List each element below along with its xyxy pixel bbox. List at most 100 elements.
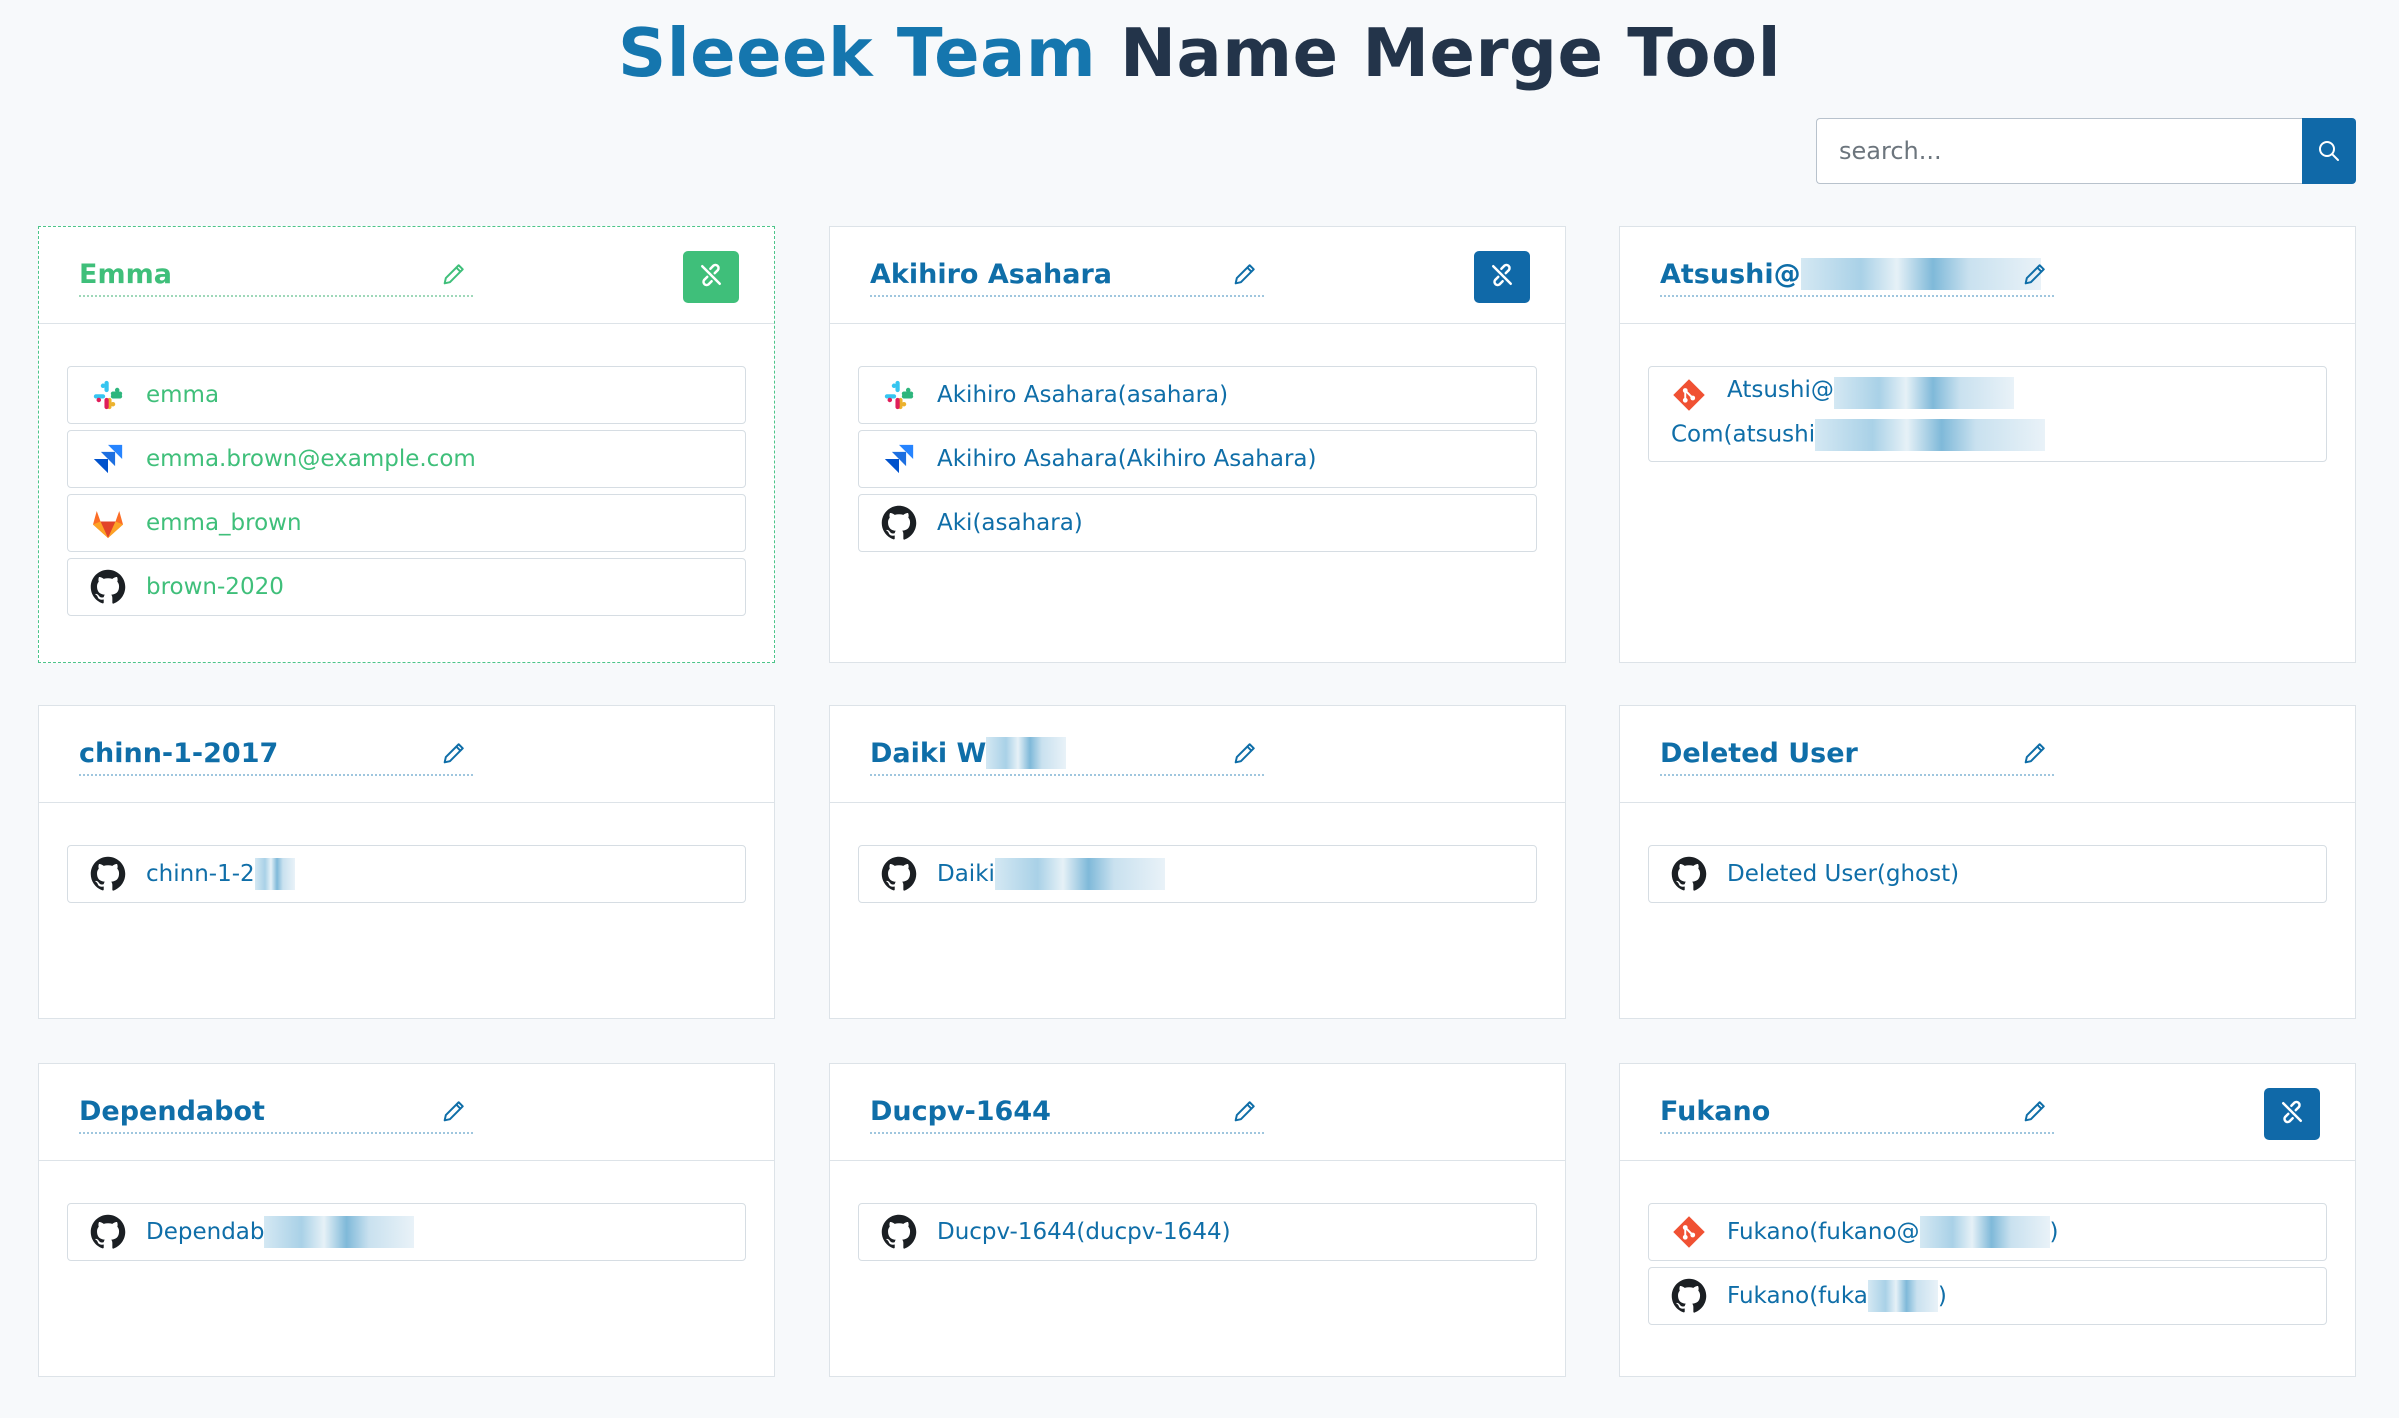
account-label: Akihiro Asahara(Akihiro Asahara) (937, 446, 1317, 472)
account-list: Akihiro Asahara(asahara) Akihiro Asahara(… (830, 324, 1565, 586)
github-icon (881, 1214, 917, 1250)
account-list: Deleted User(ghost) (1620, 803, 2355, 937)
account-item[interactable]: Atsushi@ Com(atsushi (1648, 366, 2327, 462)
card-name[interactable]: Deleted User (1660, 732, 2054, 776)
pencil-icon (440, 1097, 468, 1130)
edit-name-button[interactable] (2020, 1098, 2050, 1128)
edit-name-button[interactable] (2020, 740, 2050, 770)
user-card[interactable]: Akihiro Asahara Akihiro Asahara(asahara) A… (829, 226, 1566, 663)
card-header: chinn-1-2017 (39, 706, 774, 803)
account-item[interactable]: Fukano(fuka) (1648, 1267, 2327, 1325)
account-list: Atsushi@ Com(atsushi (1620, 324, 2355, 496)
title-rest: Name Merge Tool (1119, 14, 1782, 92)
account-item[interactable]: Aki(asahara) (858, 494, 1537, 552)
card-name[interactable]: Emma (79, 253, 473, 297)
card-name[interactable]: chinn-1-2017 (79, 732, 473, 776)
card-name-text: Atsushi@ (1660, 258, 1801, 290)
edit-name-button[interactable] (2020, 261, 2050, 291)
user-card[interactable]: Fukano Fukano(fukano@) Fukano(fuka) (1619, 1063, 2356, 1377)
unlink-button[interactable] (2264, 1088, 2320, 1140)
edit-name-button[interactable] (439, 1098, 469, 1128)
redacted-text (254, 858, 295, 890)
card-header: Daiki W (830, 706, 1565, 803)
redacted-text (1815, 419, 2046, 451)
github-icon (90, 856, 126, 892)
user-card[interactable]: Daiki W Daiki (829, 705, 1566, 1019)
card-name-text: chinn-1-2017 (79, 737, 279, 769)
account-item[interactable]: Dependab (67, 1203, 746, 1261)
account-item[interactable]: Akihiro Asahara(Akihiro Asahara) (858, 430, 1537, 488)
github-icon (1671, 856, 1707, 892)
pencil-icon (2021, 739, 2049, 772)
account-item[interactable]: Deleted User(ghost) (1648, 845, 2327, 903)
account-item[interactable]: Daiki (858, 845, 1537, 903)
pencil-icon (2021, 1097, 2049, 1130)
card-name[interactable]: Akihiro Asahara (870, 253, 1264, 297)
user-card[interactable]: Deleted User Deleted User(ghost) (1619, 705, 2356, 1019)
user-card[interactable]: Dependabot Dependab (38, 1063, 775, 1377)
account-label: chinn-1-2 (146, 861, 255, 887)
edit-name-button[interactable] (439, 261, 469, 291)
card-header: Deleted User (1620, 706, 2355, 803)
unlink-button[interactable] (683, 251, 739, 303)
account-list: chinn-1-2 (39, 803, 774, 937)
card-name[interactable]: Ducpv-1644 (870, 1090, 1264, 1134)
card-name[interactable]: Daiki W (870, 732, 1264, 776)
account-label-line2: Com(atsushi (1671, 419, 2326, 451)
account-label: emma (146, 382, 220, 408)
card-name-text: Ducpv-1644 (870, 1095, 1051, 1127)
account-label: brown-2020 (146, 574, 284, 600)
github-icon (90, 569, 126, 605)
edit-name-button[interactable] (1230, 261, 1260, 291)
search-bar (1816, 118, 2356, 184)
redacted-text (986, 737, 1067, 769)
search-input[interactable] (1816, 118, 2302, 184)
user-card[interactable]: chinn-1-2017 chinn-1-2 (38, 705, 775, 1019)
user-card[interactable]: Atsushi@ Atsushi@ Com(atsushi (1619, 226, 2356, 663)
search-button[interactable] (2302, 118, 2356, 184)
edit-name-button[interactable] (439, 740, 469, 770)
pencil-icon (2021, 260, 2049, 293)
card-header: Akihiro Asahara (830, 227, 1565, 324)
unlink-button[interactable] (1474, 251, 1530, 303)
account-label-suffix: ) (2049, 1219, 2059, 1245)
github-icon (1671, 1278, 1707, 1314)
redacted-text (1867, 1280, 1938, 1312)
account-list: Fukano(fukano@) Fukano(fuka) (1620, 1161, 2355, 1359)
account-label: Akihiro Asahara(asahara) (937, 382, 1229, 408)
github-icon (881, 505, 917, 541)
card-header: Emma (39, 227, 774, 324)
account-item[interactable]: Akihiro Asahara(asahara) (858, 366, 1537, 424)
account-list: Ducpv-1644(ducpv-1644) (830, 1161, 1565, 1295)
account-item[interactable]: Ducpv-1644(ducpv-1644) (858, 1203, 1537, 1261)
redacted-text (994, 858, 1165, 890)
user-card[interactable]: Ducpv-1644 Ducpv-1644(ducpv-1644) (829, 1063, 1566, 1377)
account-item[interactable]: emma (67, 366, 746, 424)
pencil-icon (440, 739, 468, 772)
account-item[interactable]: brown-2020 (67, 558, 746, 616)
account-item[interactable]: Fukano(fukano@) (1648, 1203, 2327, 1261)
edit-name-button[interactable] (1230, 1098, 1260, 1128)
edit-name-button[interactable] (1230, 740, 1260, 770)
pencil-icon (1231, 260, 1259, 293)
unlink-icon (2277, 1097, 2307, 1132)
unlink-icon (1487, 260, 1517, 295)
redacted-text (1800, 258, 2041, 290)
card-name[interactable]: Dependabot (79, 1090, 473, 1134)
account-label: Daiki (937, 861, 995, 887)
card-name[interactable]: Atsushi@ (1660, 253, 2054, 297)
card-name[interactable]: Fukano (1660, 1090, 2054, 1134)
gitlab-icon (90, 505, 126, 541)
card-name-text: Fukano (1660, 1095, 1771, 1127)
account-label: Dependab (146, 1219, 265, 1245)
card-name-text: Akihiro Asahara (870, 258, 1113, 290)
account-label: Ducpv-1644(ducpv-1644) (937, 1219, 1231, 1245)
card-name-text: Deleted User (1660, 737, 1858, 769)
account-item[interactable]: chinn-1-2 (67, 845, 746, 903)
github-icon (881, 856, 917, 892)
account-item[interactable]: emma.brown@example.com (67, 430, 746, 488)
git-icon (1671, 1214, 1707, 1250)
account-item[interactable]: emma_brown (67, 494, 746, 552)
user-card[interactable]: Emma emma emma.brown@example.com emma_brown… (38, 226, 775, 663)
redacted-text (264, 1216, 415, 1248)
